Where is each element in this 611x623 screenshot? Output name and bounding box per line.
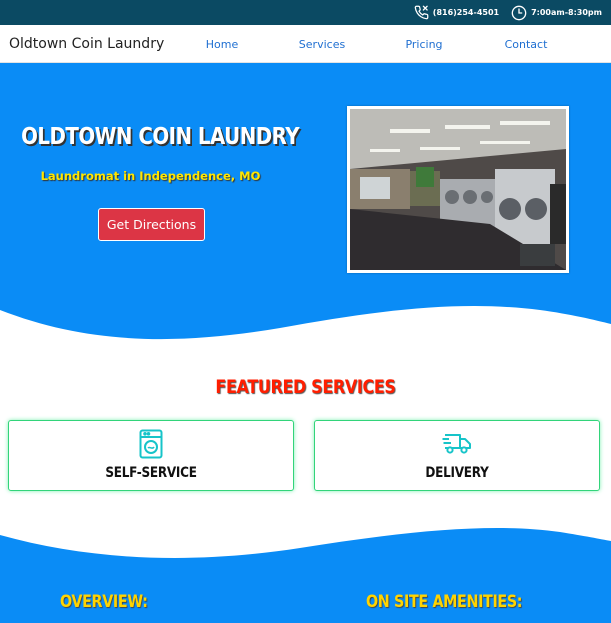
site-brand[interactable]: Oldtown Coin Laundry: [9, 36, 164, 52]
nav-link-home[interactable]: Home: [206, 38, 238, 51]
delivery-label: DELIVERY: [425, 465, 489, 481]
washing-machine-icon: [139, 429, 163, 464]
phone-number: (816)254-4501: [432, 8, 500, 17]
get-directions-button[interactable]: Get Directions: [98, 208, 205, 241]
featured-services-heading: FEATURED SERVICES: [215, 376, 396, 398]
overview-heading: OVERVIEW:: [60, 592, 148, 612]
hero-title: OLDTOWN COIN LAUNDRY: [21, 124, 300, 150]
hero-wave-divider: [0, 306, 611, 350]
hours-info: 7:00am-8:30pm: [511, 5, 602, 21]
opening-hours: 7:00am-8:30pm: [531, 8, 602, 17]
phone-icon: [414, 5, 429, 20]
nav-link-services[interactable]: Services: [299, 38, 345, 51]
nav-link-pricing[interactable]: Pricing: [405, 38, 442, 51]
hero-subtitle: Laundromat in Independence, MO: [40, 169, 261, 183]
nav-link-contact[interactable]: Contact: [505, 38, 548, 51]
laundromat-photo: [347, 106, 569, 273]
self-service-label: SELF-SERVICE: [105, 465, 197, 481]
top-info-bar: (816)254-4501 7:00am-8:30pm: [0, 0, 611, 25]
delivery-truck-icon: [442, 433, 472, 460]
main-navbar: Oldtown Coin Laundry Home Services Prici…: [0, 25, 611, 63]
self-service-card[interactable]: SELF-SERVICE: [8, 420, 294, 491]
delivery-card[interactable]: DELIVERY: [314, 420, 600, 491]
amenities-heading: ON SITE AMENITIES:: [366, 592, 523, 612]
phone-info[interactable]: (816)254-4501: [414, 5, 499, 20]
clock-icon: [511, 5, 527, 21]
